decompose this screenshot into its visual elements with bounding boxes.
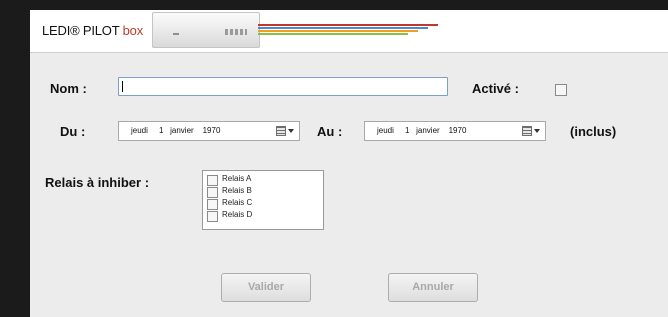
- text-caret: [122, 81, 123, 92]
- nom-input[interactable]: [118, 77, 448, 96]
- dropdown-arrow-icon: [288, 129, 294, 133]
- relais-checkbox[interactable]: [207, 199, 218, 210]
- nom-label: Nom :: [50, 81, 87, 96]
- relais-checkbox[interactable]: [207, 211, 218, 222]
- calendar-icon: [522, 126, 532, 136]
- relais-item-label: Relais D: [222, 210, 253, 219]
- logo-text: LEDI® PILOT: [42, 23, 120, 38]
- dropdown-arrow-icon: [534, 129, 540, 133]
- decorative-stripes: [258, 24, 458, 36]
- au-calendar-button[interactable]: [522, 125, 542, 136]
- du-calendar-button[interactable]: [276, 125, 296, 136]
- relais-checklist: Relais A Relais B Relais C Relais D: [202, 170, 324, 230]
- app-logo: LEDI® PILOT box: [42, 23, 143, 38]
- relais-checkbox[interactable]: [207, 187, 218, 198]
- du-label: Du :: [60, 124, 86, 139]
- relais-item-label: Relais C: [222, 198, 253, 207]
- relais-item-label: Relais B: [222, 186, 252, 195]
- relais-label: Relais à inhiber :: [45, 175, 150, 190]
- valider-button[interactable]: Valider: [221, 273, 311, 302]
- du-date-value: jeudi 1 janvier 1970: [131, 126, 221, 135]
- annuler-button[interactable]: Annuler: [388, 273, 478, 302]
- header-banner: LEDI® PILOT box: [30, 10, 668, 53]
- dialog-window: LEDI® PILOT box Nom : Activé : Du : jeud…: [30, 10, 668, 317]
- calendar-icon: [276, 126, 286, 136]
- device-illustration: [152, 12, 260, 48]
- active-checkbox[interactable]: [555, 84, 567, 96]
- relais-checkbox[interactable]: [207, 175, 218, 186]
- du-date-picker[interactable]: jeudi 1 janvier 1970: [118, 121, 300, 141]
- au-label: Au :: [317, 124, 343, 139]
- inclus-label: (inclus): [570, 124, 617, 139]
- logo-brand: box: [122, 23, 144, 38]
- au-date-value: jeudi 1 janvier 1970: [377, 126, 467, 135]
- au-date-picker[interactable]: jeudi 1 janvier 1970: [364, 121, 546, 141]
- relais-item-label: Relais A: [222, 174, 252, 183]
- active-label: Activé :: [472, 81, 519, 96]
